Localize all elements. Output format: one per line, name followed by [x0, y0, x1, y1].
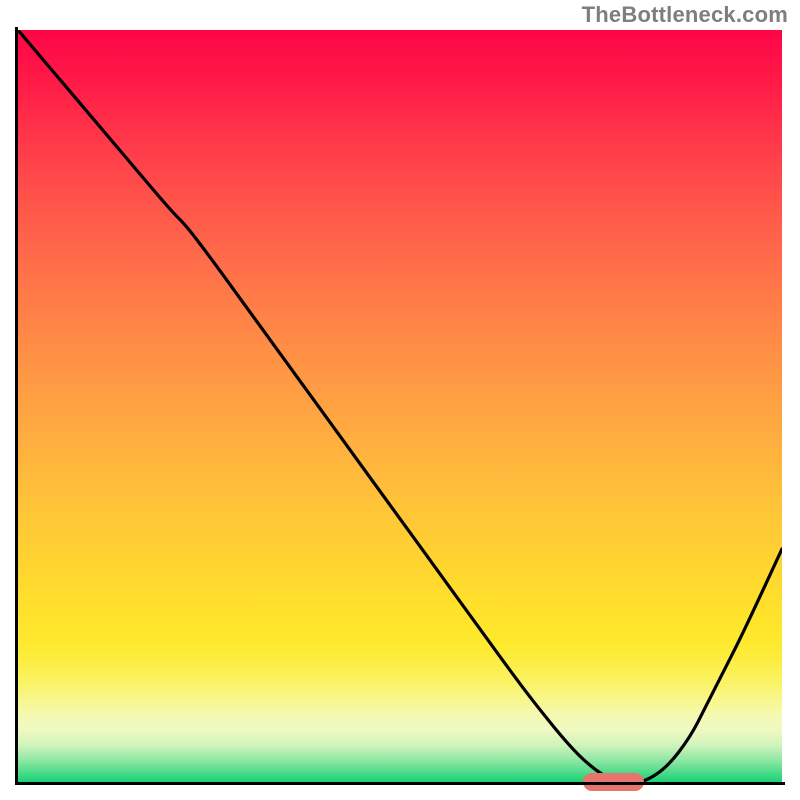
bottleneck-curve [18, 30, 782, 782]
watermark-text: TheBottleneck.com [582, 2, 788, 28]
plot-area [18, 30, 782, 782]
y-axis [15, 27, 18, 785]
x-axis [15, 782, 785, 785]
bottleneck-chart: TheBottleneck.com [0, 0, 800, 800]
